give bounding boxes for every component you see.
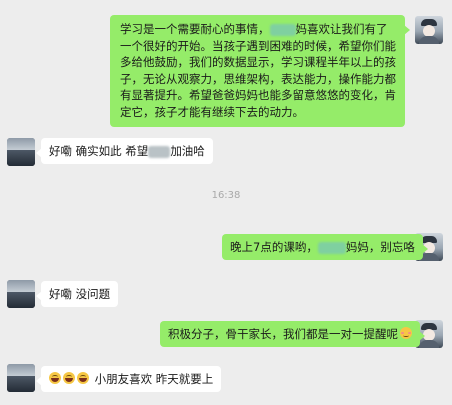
landscape-sky-icon bbox=[7, 138, 35, 150]
contact-avatar[interactable] bbox=[7, 364, 35, 392]
self-avatar[interactable] bbox=[415, 16, 443, 44]
message-text: 晚上7点的课哟， bbox=[230, 240, 318, 254]
grin-emoji-icon bbox=[63, 372, 75, 384]
avatar-body-icon bbox=[419, 36, 439, 44]
redacted-name bbox=[148, 145, 171, 158]
message-bubble-sent[interactable]: 晚上7点的课哟， 妈妈，别忘咯 bbox=[222, 234, 428, 260]
landscape-sky-icon bbox=[7, 364, 35, 376]
timestamp: 16:38 bbox=[211, 190, 241, 201]
redacted-name bbox=[269, 23, 296, 36]
message-text: 学习是一个需要耐心的事情， bbox=[120, 22, 270, 36]
message-bubble-received[interactable]: 好嘞 没问题 bbox=[35, 281, 119, 307]
landscape-hills-icon bbox=[7, 376, 35, 392]
message-bubble-sent[interactable]: 积极分子，骨干家长，我们都是一对一提醒呢 bbox=[160, 321, 425, 347]
message-text: 积极分子，骨干家长，我们都是一对一提醒呢 bbox=[168, 327, 398, 341]
message-text: 妈喜欢让我们有了一个很好的开始。当孩子遇到困难的时候，希望你们能多给他鼓励，我们… bbox=[120, 22, 396, 119]
redacted-name bbox=[317, 241, 346, 254]
landscape-hills-icon bbox=[7, 292, 35, 308]
message-bubble-sent[interactable]: 学习是一个需要耐心的事情， 妈喜欢让我们有了一个很好的开始。当孩子遇到困难的时候，… bbox=[110, 15, 410, 127]
message-text: 加油哈 bbox=[170, 144, 205, 158]
message-bubble-received[interactable]: 好嘞 确实如此 希望 加油哈 bbox=[36, 138, 213, 164]
message-bubble-received[interactable]: 小朋友喜欢 昨天就要上 bbox=[35, 366, 222, 392]
grin-emoji-icon bbox=[77, 372, 89, 384]
contact-avatar[interactable] bbox=[7, 138, 35, 166]
blush-emoji-icon bbox=[400, 327, 412, 339]
grin-emoji-icon bbox=[49, 372, 61, 384]
message-text: 小朋友喜欢 昨天就要上 bbox=[94, 372, 214, 386]
message-text: 好嘞 确实如此 希望 bbox=[49, 144, 149, 158]
message-text: 妈妈，别忘咯 bbox=[345, 240, 415, 254]
avatar-body-icon bbox=[419, 340, 439, 348]
contact-avatar[interactable] bbox=[7, 280, 35, 308]
landscape-hills-icon bbox=[7, 150, 35, 166]
message-text: 好嘞 没问题 bbox=[49, 287, 111, 301]
landscape-sky-icon bbox=[7, 280, 35, 292]
